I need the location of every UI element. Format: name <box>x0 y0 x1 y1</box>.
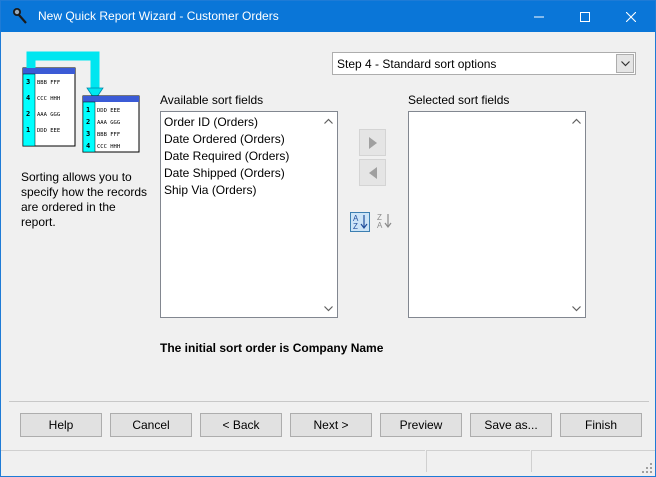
sort-descending-icon: Z A <box>377 213 392 230</box>
illustration-row-text: BBB FFF <box>37 80 60 86</box>
arrow-right-icon <box>368 136 377 149</box>
chevron-down-icon <box>620 60 630 66</box>
available-fields-scrollbar[interactable] <box>320 112 337 317</box>
list-item[interactable]: Order ID (Orders) <box>164 114 289 131</box>
step-dropdown-value: Step 4 - Standard sort options <box>337 57 497 71</box>
chevron-up-icon <box>324 118 333 124</box>
illustration-row-number: 2 <box>86 118 90 126</box>
close-icon <box>626 11 636 22</box>
minimize-button[interactable] <box>516 1 562 32</box>
list-item[interactable]: Date Ordered (Orders) <box>164 131 289 148</box>
list-item[interactable]: Ship Via (Orders) <box>164 182 289 199</box>
maximize-icon <box>580 11 590 22</box>
initial-sort-order-text: The initial sort order is Company Name <box>160 341 384 355</box>
resize-grip-icon[interactable] <box>641 462 653 474</box>
sort-descending-button[interactable]: Z A <box>375 212 395 232</box>
available-fields-list[interactable]: Order ID (Orders) Date Ordered (Orders) Da… <box>160 111 338 318</box>
status-pane <box>531 450 655 472</box>
title-bar[interactable]: New Quick Report Wizard - Customer Order… <box>1 1 655 32</box>
arrow-left-icon <box>368 166 377 179</box>
illustration-row-text: BBB FFF <box>97 132 120 138</box>
illustration-row-number: 1 <box>86 106 90 114</box>
illustration-row-text: CCC HHH <box>37 96 60 102</box>
illustration-row-number: 2 <box>26 110 30 118</box>
illustration-row-number: 4 <box>26 94 30 102</box>
dialog-body: Step 4 - Standard sort options 3 BBB FFF 4… <box>1 32 655 476</box>
available-fields-label: Available sort fields <box>160 93 264 107</box>
save-as-button[interactable]: Save as... <box>470 413 552 437</box>
sort-illustration: 3 BBB FFF 4 CCC HHH 2 AAA GGG 1 DDD EEE 1 DDD EE… <box>22 51 140 153</box>
next-button[interactable]: Next > <box>290 413 372 437</box>
svg-text:Z: Z <box>353 222 358 231</box>
help-button[interactable]: Help <box>20 413 102 437</box>
window-title: New Quick Report Wizard - Customer Order… <box>38 9 279 23</box>
close-button[interactable] <box>608 1 654 32</box>
finish-button[interactable]: Finish <box>560 413 642 437</box>
chevron-down-icon <box>572 305 581 311</box>
selected-fields-label: Selected sort fields <box>408 93 510 107</box>
help-text: Sorting allows you to specify how the re… <box>21 170 148 229</box>
chevron-down-icon <box>324 305 333 311</box>
illustration-row-number: 3 <box>86 130 90 138</box>
minimize-icon <box>534 16 544 17</box>
back-button[interactable]: < Back <box>200 413 282 437</box>
list-item[interactable]: Date Required (Orders) <box>164 148 289 165</box>
scroll-up-button[interactable] <box>320 112 337 129</box>
illustration-row-text: DDD EEE <box>37 128 60 134</box>
sort-ascending-button[interactable]: A Z <box>350 212 370 232</box>
illustration-row-text: AAA GGG <box>37 112 60 118</box>
scroll-up-button[interactable] <box>568 112 585 129</box>
status-pane <box>426 450 530 472</box>
scroll-down-button[interactable] <box>320 300 337 317</box>
sort-ascending-icon: A Z <box>353 214 368 231</box>
illustration-row-number: 4 <box>86 142 90 150</box>
separator <box>9 401 649 402</box>
dropdown-arrow-button[interactable] <box>616 54 634 73</box>
wizard-window: New Quick Report Wizard - Customer Order… <box>0 0 656 477</box>
selected-fields-list[interactable] <box>408 111 586 318</box>
remove-field-button[interactable] <box>359 159 386 186</box>
add-field-button[interactable] <box>359 129 386 156</box>
available-fields-items: Order ID (Orders) Date Ordered (Orders) Da… <box>164 114 289 199</box>
selected-fields-scrollbar[interactable] <box>568 112 585 317</box>
illustration-row-text: AAA GGG <box>97 120 120 126</box>
svg-text:A: A <box>377 221 383 230</box>
status-pane <box>1 450 425 472</box>
illustration-row-text: CCC HHH <box>97 144 120 150</box>
maximize-button[interactable] <box>562 1 608 32</box>
status-bar <box>1 446 655 476</box>
app-icon <box>11 7 29 25</box>
list-item[interactable]: Date Shipped (Orders) <box>164 165 289 182</box>
scroll-down-button[interactable] <box>568 300 585 317</box>
illustration-row-number: 1 <box>26 126 30 134</box>
illustration-row-text: DDD EEE <box>97 108 120 114</box>
cancel-button[interactable]: Cancel <box>110 413 192 437</box>
preview-button[interactable]: Preview <box>380 413 462 437</box>
illustration-row-number: 3 <box>26 78 30 86</box>
step-dropdown[interactable]: Step 4 - Standard sort options <box>332 52 636 75</box>
chevron-up-icon <box>572 118 581 124</box>
